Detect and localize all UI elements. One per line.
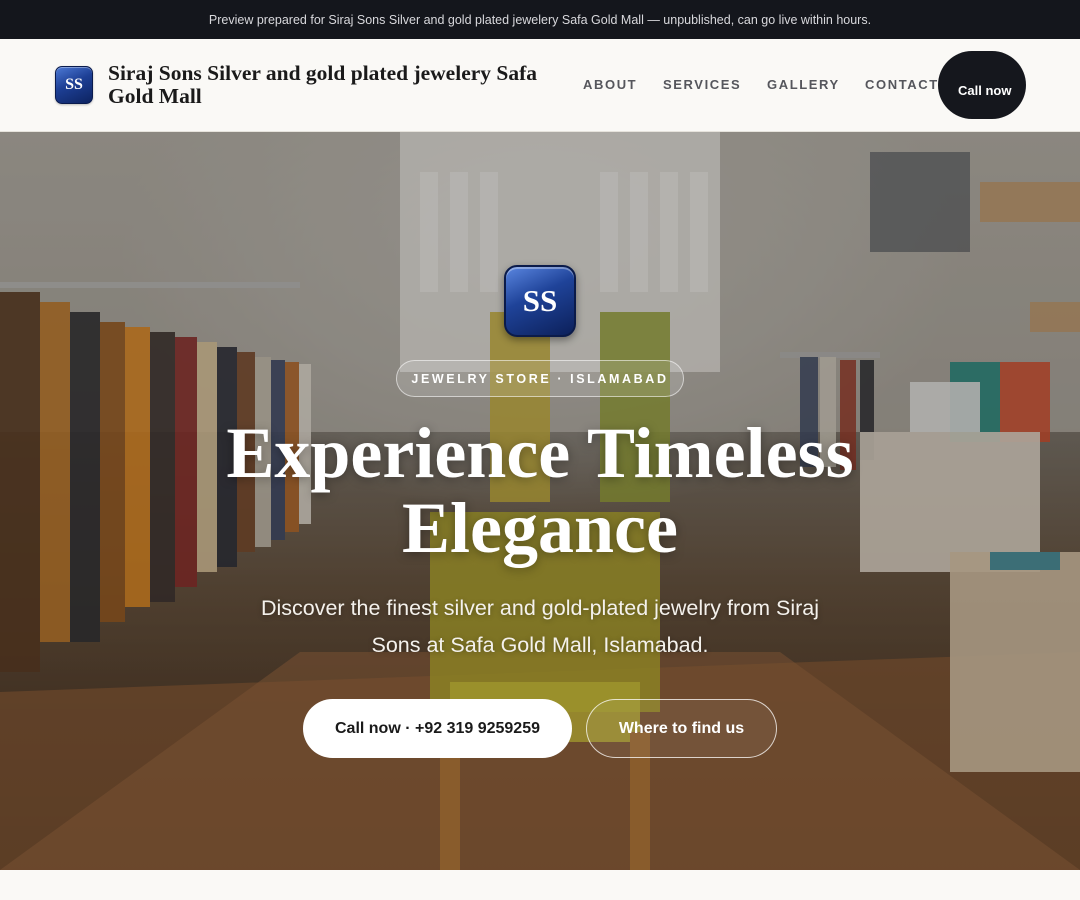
brand-logo-initials: SS (65, 76, 83, 93)
brand-name[interactable]: Siraj Sons Silver and gold plated jewele… (108, 62, 568, 108)
find-us-button[interactable]: Where to find us (586, 699, 777, 758)
hero-title: Experience Timeless Elegance (226, 413, 854, 568)
nav-item-about[interactable]: ABOUT (583, 77, 637, 92)
preview-banner-text: Preview prepared for Siraj Sons Silver a… (208, 12, 872, 27)
nav-item-services[interactable]: SERVICES (663, 77, 741, 92)
next-section (0, 870, 1080, 900)
hero-logo: SS (504, 265, 576, 337)
site-header: SS Siraj Sons Silver and gold plated jew… (0, 39, 1080, 132)
hero-logo-initials: SS (522, 283, 558, 318)
category-badge: JEWELRY STORE · ISLAMABAD (396, 360, 684, 397)
brand-logo[interactable]: SS (55, 66, 93, 104)
hero-subtitle: Discover the finest silver and gold-plat… (260, 596, 820, 657)
nav-item-contact[interactable]: CONTACT (865, 77, 939, 92)
nav-item-gallery[interactable]: GALLERY (767, 77, 840, 92)
header-call-button[interactable]: Call now (938, 51, 1026, 119)
call-now-button[interactable]: Call now · +92 319 9259259 (303, 699, 572, 758)
hero-section: SS JEWELRY STORE · ISLAMABAD Experience … (0, 132, 1080, 870)
preview-banner: Preview prepared for Siraj Sons Silver a… (0, 0, 1080, 39)
